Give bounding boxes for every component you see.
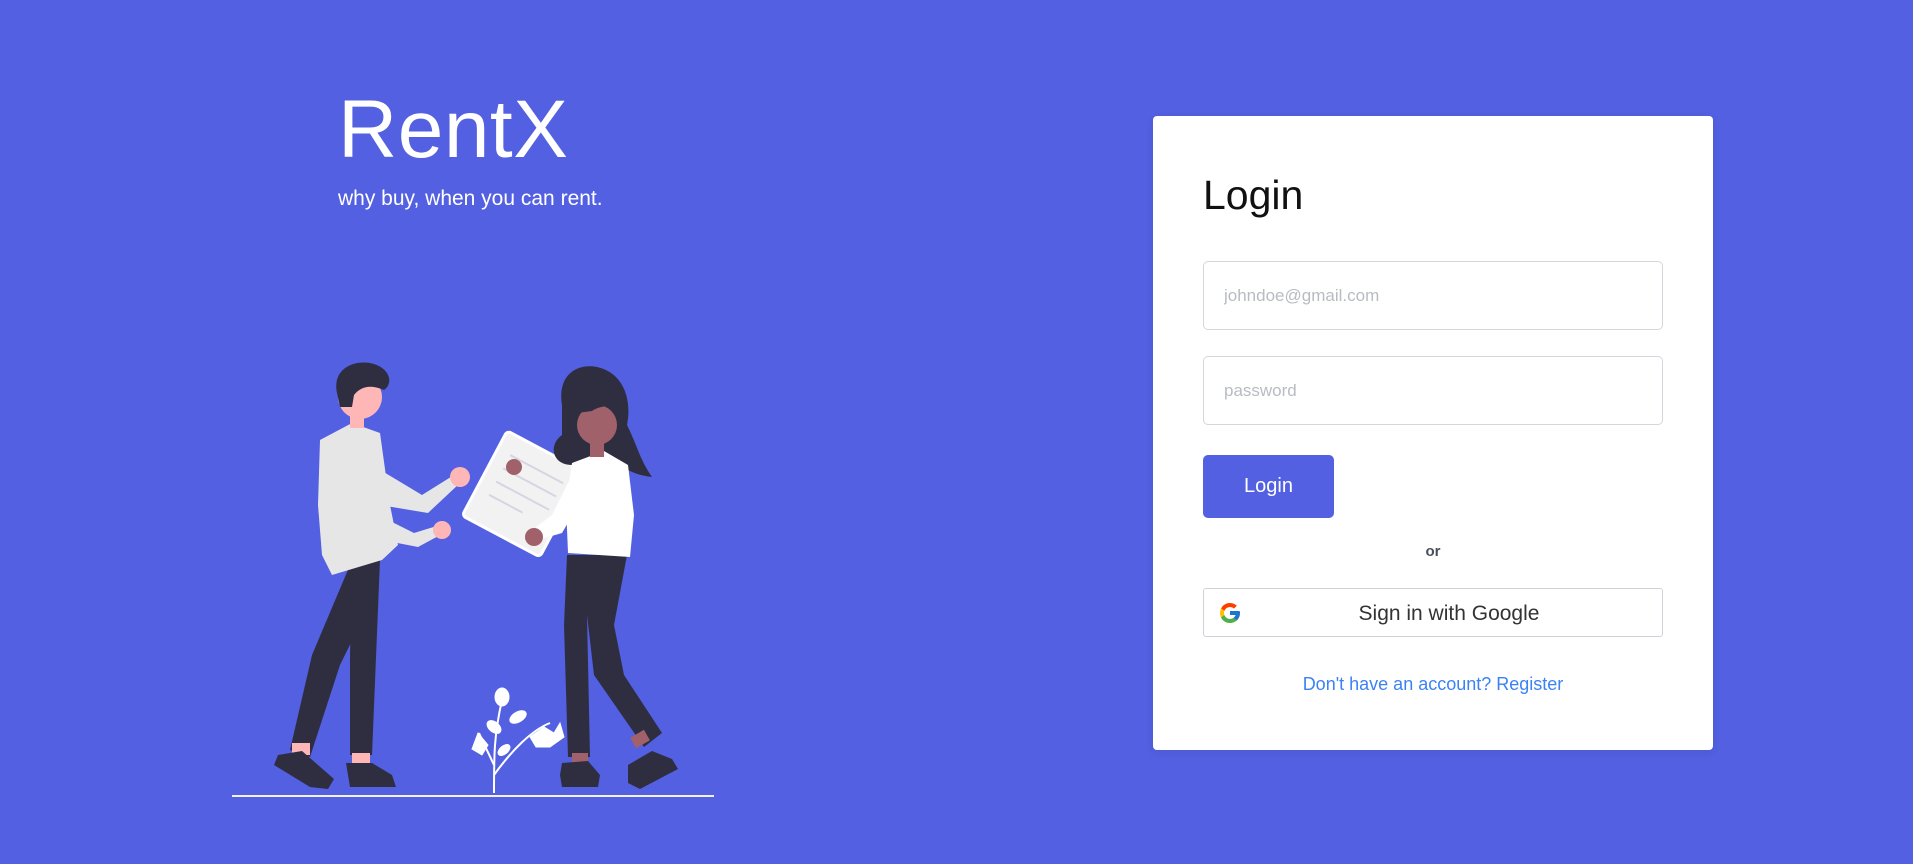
brand-tagline: why buy, when you can rent. bbox=[338, 187, 603, 210]
people-renting-illustration bbox=[232, 362, 714, 797]
email-input[interactable] bbox=[1203, 261, 1663, 330]
brand-title: RentX bbox=[338, 84, 569, 175]
google-sign-in-button[interactable]: Sign in with Google bbox=[1203, 588, 1663, 637]
or-divider: or bbox=[1425, 543, 1441, 560]
login-card: Login Login or Sign in with Google Don't… bbox=[1153, 116, 1713, 750]
login-title: Login bbox=[1203, 172, 1304, 218]
google-sign-in-label: Sign in with Google bbox=[1358, 602, 1540, 625]
login-button[interactable]: Login bbox=[1203, 455, 1334, 518]
brand-block: RentX why buy, when you can rent. bbox=[338, 82, 603, 212]
register-link[interactable]: Don't have an account? Register bbox=[1153, 674, 1713, 695]
password-input[interactable] bbox=[1203, 356, 1663, 425]
